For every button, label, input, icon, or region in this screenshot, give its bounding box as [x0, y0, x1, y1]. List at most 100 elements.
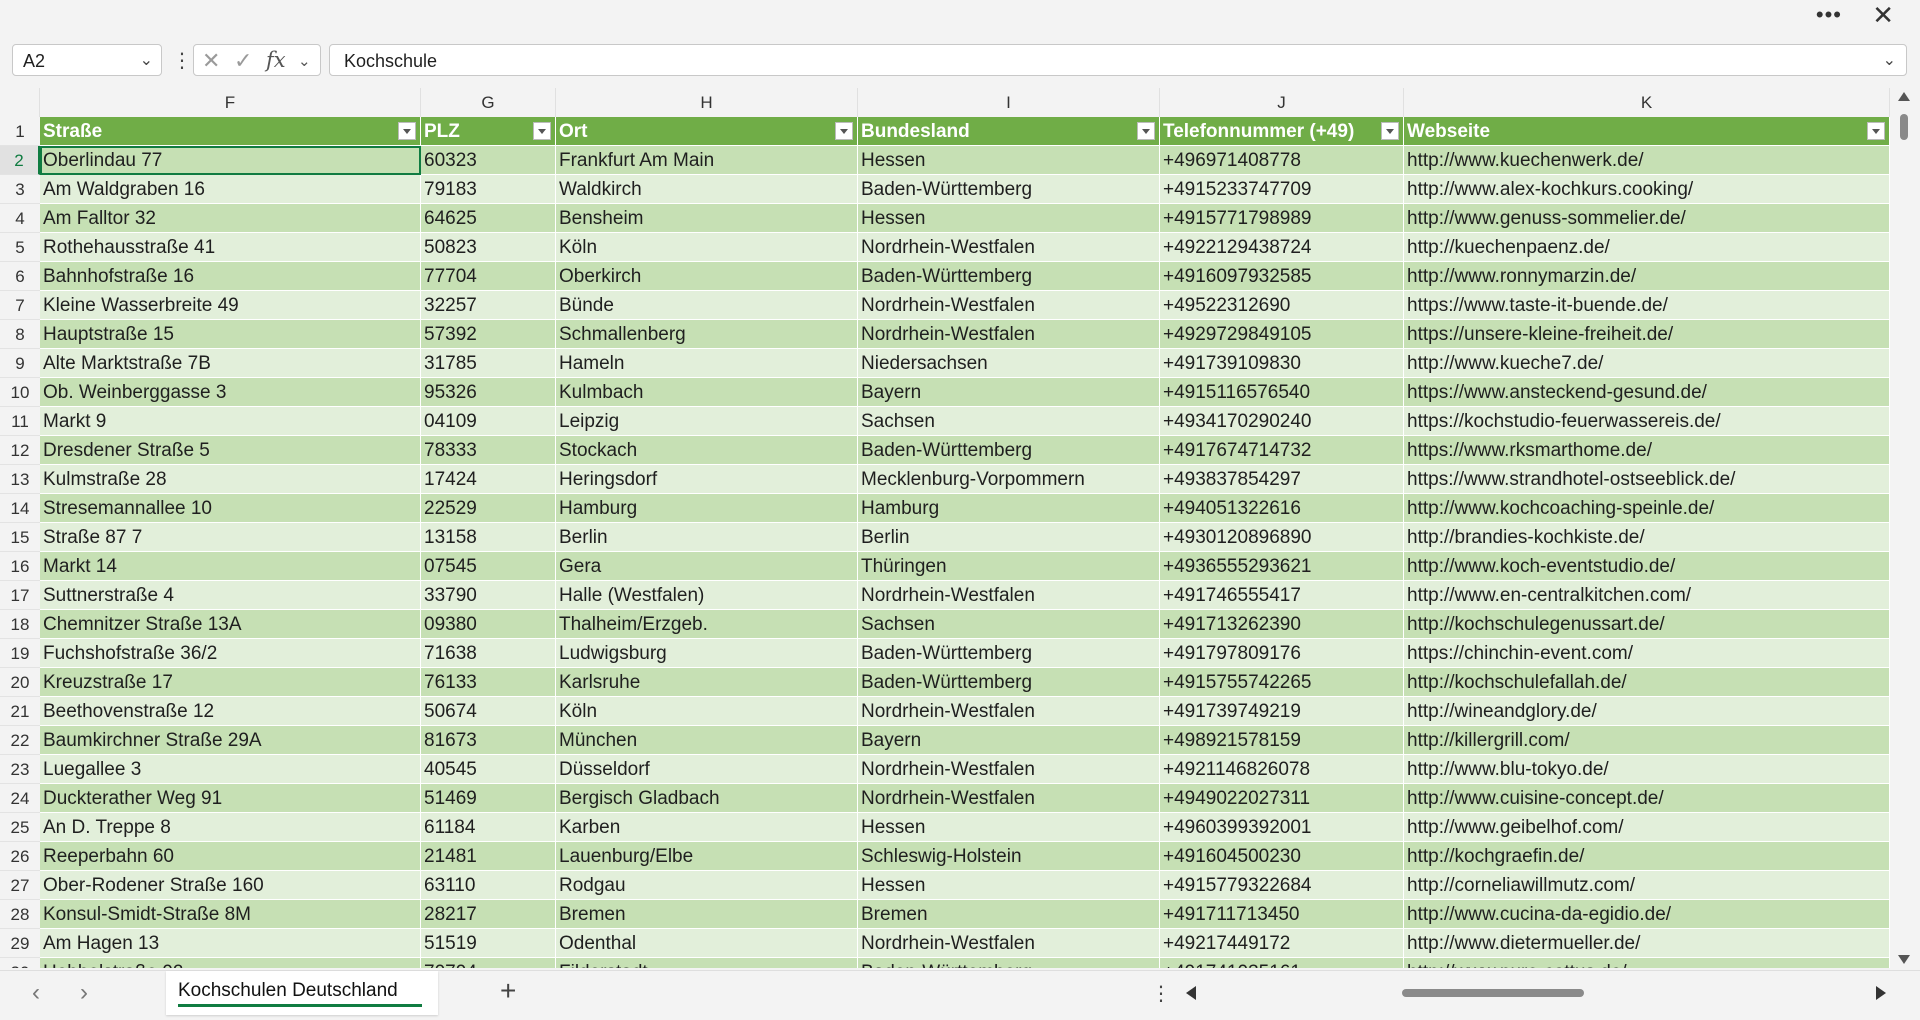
cell[interactable]: Ober-Rodener Straße 160 [40, 871, 421, 900]
cell[interactable]: http://wineandglory.de/ [1404, 697, 1890, 726]
cell[interactable]: Kulmstraße 28 [40, 465, 421, 494]
cell[interactable]: +4929729849105 [1160, 320, 1404, 349]
select-all-corner[interactable] [0, 88, 40, 117]
cell[interactable]: Thalheim/Erzgeb. [556, 610, 858, 639]
cell[interactable]: +4960399392001 [1160, 813, 1404, 842]
cell[interactable]: Gera [556, 552, 858, 581]
cell[interactable]: 22529 [421, 494, 556, 523]
row-number[interactable]: 22 [0, 726, 40, 755]
cell[interactable]: http://www.blu-tokyo.de/ [1404, 755, 1890, 784]
row-number[interactable]: 9 [0, 349, 40, 378]
cell[interactable]: Hauptstraße 15 [40, 320, 421, 349]
cell[interactable]: Bensheim [556, 204, 858, 233]
cell[interactable]: Reeperbahn 60 [40, 842, 421, 871]
cell[interactable]: Baden-Württemberg [858, 668, 1160, 697]
cell[interactable]: +498921578159 [1160, 726, 1404, 755]
cell[interactable]: 28217 [421, 900, 556, 929]
cell[interactable]: Markt 14 [40, 552, 421, 581]
cell[interactable]: Lauenburg/Elbe [556, 842, 858, 871]
row-number[interactable]: 6 [0, 262, 40, 291]
table-header-cell[interactable]: Webseite [1404, 117, 1890, 146]
cell[interactable]: Schleswig-Holstein [858, 842, 1160, 871]
cell[interactable]: Bergisch Gladbach [556, 784, 858, 813]
cell[interactable]: Leipzig [556, 407, 858, 436]
cell[interactable]: Am Falltor 32 [40, 204, 421, 233]
cell[interactable]: 04109 [421, 407, 556, 436]
cell[interactable]: http://kochschulegenussart.de/ [1404, 610, 1890, 639]
row-number[interactable]: 24 [0, 784, 40, 813]
cell[interactable]: 13158 [421, 523, 556, 552]
column-header[interactable]: F [40, 88, 421, 117]
cell[interactable]: Kulmbach [556, 378, 858, 407]
row-number[interactable]: 3 [0, 175, 40, 204]
table-header-cell[interactable]: Bundesland [858, 117, 1160, 146]
row-number[interactable]: 10 [0, 378, 40, 407]
cell[interactable]: Baden-Württemberg [858, 262, 1160, 291]
chevron-down-icon[interactable]: ⌄ [140, 50, 153, 70]
cell[interactable]: 31785 [421, 349, 556, 378]
scroll-down-icon[interactable] [1898, 955, 1910, 964]
row-number[interactable]: 12 [0, 436, 40, 465]
table-header-cell[interactable]: Ort [556, 117, 858, 146]
cell[interactable]: Chemnitzer Straße 13A [40, 610, 421, 639]
cell[interactable]: Oberlindau 77 [40, 146, 421, 175]
cell[interactable]: +491739749219 [1160, 697, 1404, 726]
cell[interactable]: http://www.geibelhof.com/ [1404, 813, 1890, 842]
scroll-up-icon[interactable] [1898, 92, 1910, 101]
cell[interactable]: Baden-Württemberg [858, 958, 1160, 968]
cell[interactable]: Nordrhein-Westfalen [858, 929, 1160, 958]
cell[interactable]: Karben [556, 813, 858, 842]
row-number[interactable]: 28 [0, 900, 40, 929]
cell[interactable]: http://kuechenpaenz.de/ [1404, 233, 1890, 262]
cell[interactable]: Baden-Württemberg [858, 639, 1160, 668]
cell[interactable]: 50674 [421, 697, 556, 726]
cell[interactable]: Ludwigsburg [556, 639, 858, 668]
cell[interactable]: Stockach [556, 436, 858, 465]
cell[interactable]: Odenthal [556, 929, 858, 958]
cell[interactable]: 40545 [421, 755, 556, 784]
scroll-thumb[interactable] [1402, 989, 1584, 997]
cell[interactable]: https://chinchin-event.com/ [1404, 639, 1890, 668]
cell[interactable]: Hessen [858, 813, 1160, 842]
cell[interactable]: 64625 [421, 204, 556, 233]
cell[interactable]: +491797809176 [1160, 639, 1404, 668]
row-number[interactable]: 2 [0, 146, 40, 175]
cell[interactable]: 61184 [421, 813, 556, 842]
cell[interactable]: 95326 [421, 378, 556, 407]
cell[interactable]: 77704 [421, 262, 556, 291]
row-number[interactable]: 19 [0, 639, 40, 668]
cell[interactable]: Hessen [858, 204, 1160, 233]
cell[interactable]: +4916097932585 [1160, 262, 1404, 291]
cell[interactable]: http://www.alex-kochkurs.cooking/ [1404, 175, 1890, 204]
cell[interactable]: Nordrhein-Westfalen [858, 320, 1160, 349]
cell[interactable]: Luegallee 3 [40, 755, 421, 784]
name-box[interactable]: A2 ⌄ [12, 44, 162, 76]
cell[interactable]: Halle (Westfalen) [556, 581, 858, 610]
cell[interactable]: 50823 [421, 233, 556, 262]
scroll-thumb[interactable] [1900, 114, 1908, 140]
cell[interactable]: +491746555417 [1160, 581, 1404, 610]
cell[interactable]: 78333 [421, 436, 556, 465]
cell[interactable]: An D. Treppe 8 [40, 813, 421, 842]
cell[interactable]: Beethovenstraße 12 [40, 697, 421, 726]
cell[interactable]: https://unsere-kleine-freiheit.de/ [1404, 320, 1890, 349]
cell[interactable]: 76133 [421, 668, 556, 697]
cell[interactable]: http://www.cuisine-concept.de/ [1404, 784, 1890, 813]
previous-sheet-icon[interactable]: ‹ [32, 979, 40, 1007]
cell[interactable]: +4921146826078 [1160, 755, 1404, 784]
cell[interactable]: Bahnhofstraße 16 [40, 262, 421, 291]
cell[interactable]: Markt 9 [40, 407, 421, 436]
row-number[interactable]: 15 [0, 523, 40, 552]
cell[interactable]: 32257 [421, 291, 556, 320]
filter-dropdown-icon[interactable] [533, 122, 551, 140]
cell[interactable]: http://kochgraefin.de/ [1404, 842, 1890, 871]
cell[interactable]: Düsseldorf [556, 755, 858, 784]
scroll-left-icon[interactable] [1186, 986, 1196, 1000]
cell[interactable]: 57392 [421, 320, 556, 349]
cell[interactable]: Dresdener Straße 5 [40, 436, 421, 465]
cell[interactable]: +4915755742265 [1160, 668, 1404, 697]
cell[interactable]: Konsul-Smidt-Straße 8M [40, 900, 421, 929]
cell[interactable]: 07545 [421, 552, 556, 581]
cell[interactable]: Bünde [556, 291, 858, 320]
row-number[interactable]: 30 [0, 958, 40, 968]
